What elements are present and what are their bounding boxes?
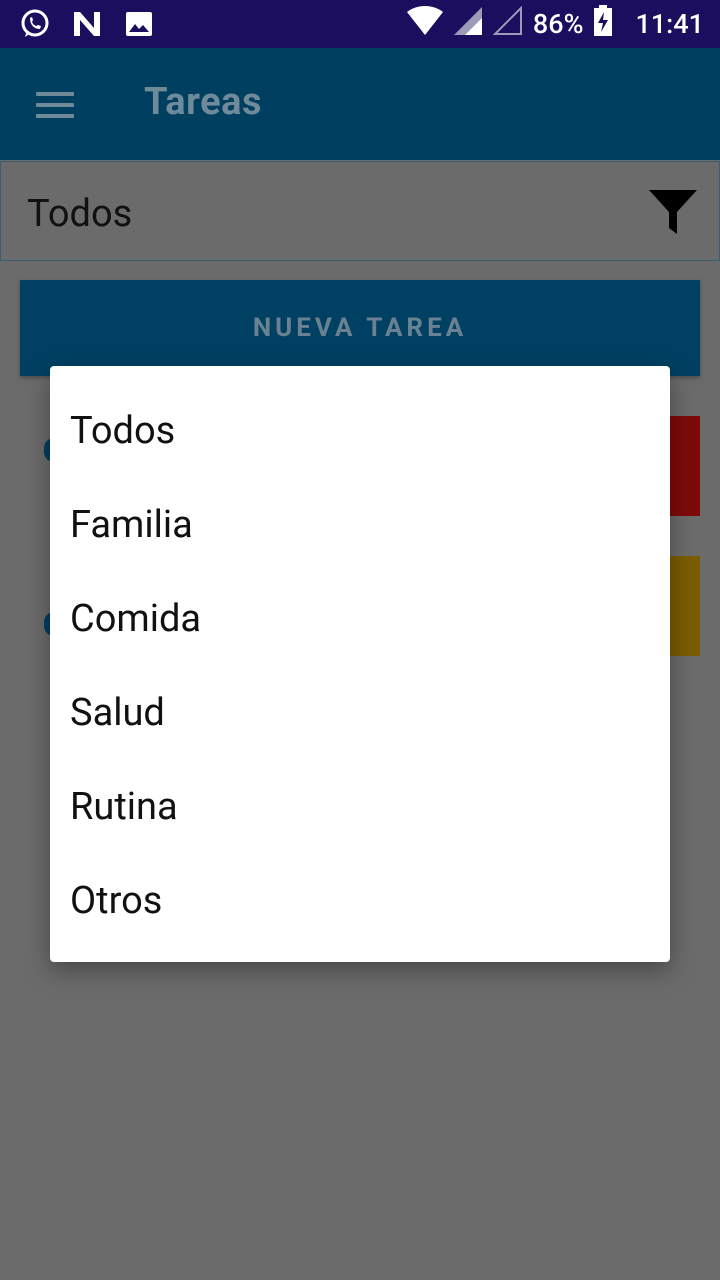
dropdown-option-comida[interactable]: Comida xyxy=(50,572,670,666)
app-bar: Tareas xyxy=(0,48,720,160)
battery-charging-icon xyxy=(593,4,613,44)
whatsapp-icon xyxy=(18,8,52,40)
image-icon xyxy=(122,8,156,40)
app-title: Tareas xyxy=(144,80,263,124)
signal-secondary-icon xyxy=(492,5,523,43)
status-bar-notifications xyxy=(18,8,156,40)
dropdown-option-otros[interactable]: Otros xyxy=(50,854,670,948)
status-bar: 86% 11:41 xyxy=(0,0,720,48)
dropdown-option-familia[interactable]: Familia xyxy=(50,478,670,572)
dropdown-option-salud[interactable]: Salud xyxy=(50,666,670,760)
clock: 11:41 xyxy=(635,8,704,40)
new-task-button[interactable]: NUEVA TAREA xyxy=(20,280,700,376)
filter-icon[interactable] xyxy=(647,186,699,238)
category-filter-spinner[interactable]: Todos xyxy=(0,161,720,261)
notification-n-icon xyxy=(70,8,104,40)
dropdown-option-rutina[interactable]: Rutina xyxy=(50,760,670,854)
category-dropdown-popup: Todos Familia Comida Salud Rutina Otros xyxy=(50,366,670,962)
signal-icon xyxy=(453,6,483,43)
wifi-icon xyxy=(406,5,443,43)
filter-selected-value: Todos xyxy=(27,192,133,236)
hamburger-menu-icon[interactable] xyxy=(36,92,74,120)
battery-percent: 86% xyxy=(532,8,584,40)
status-bar-system: 86% 11:41 xyxy=(406,4,704,44)
dropdown-option-todos[interactable]: Todos xyxy=(50,384,670,478)
